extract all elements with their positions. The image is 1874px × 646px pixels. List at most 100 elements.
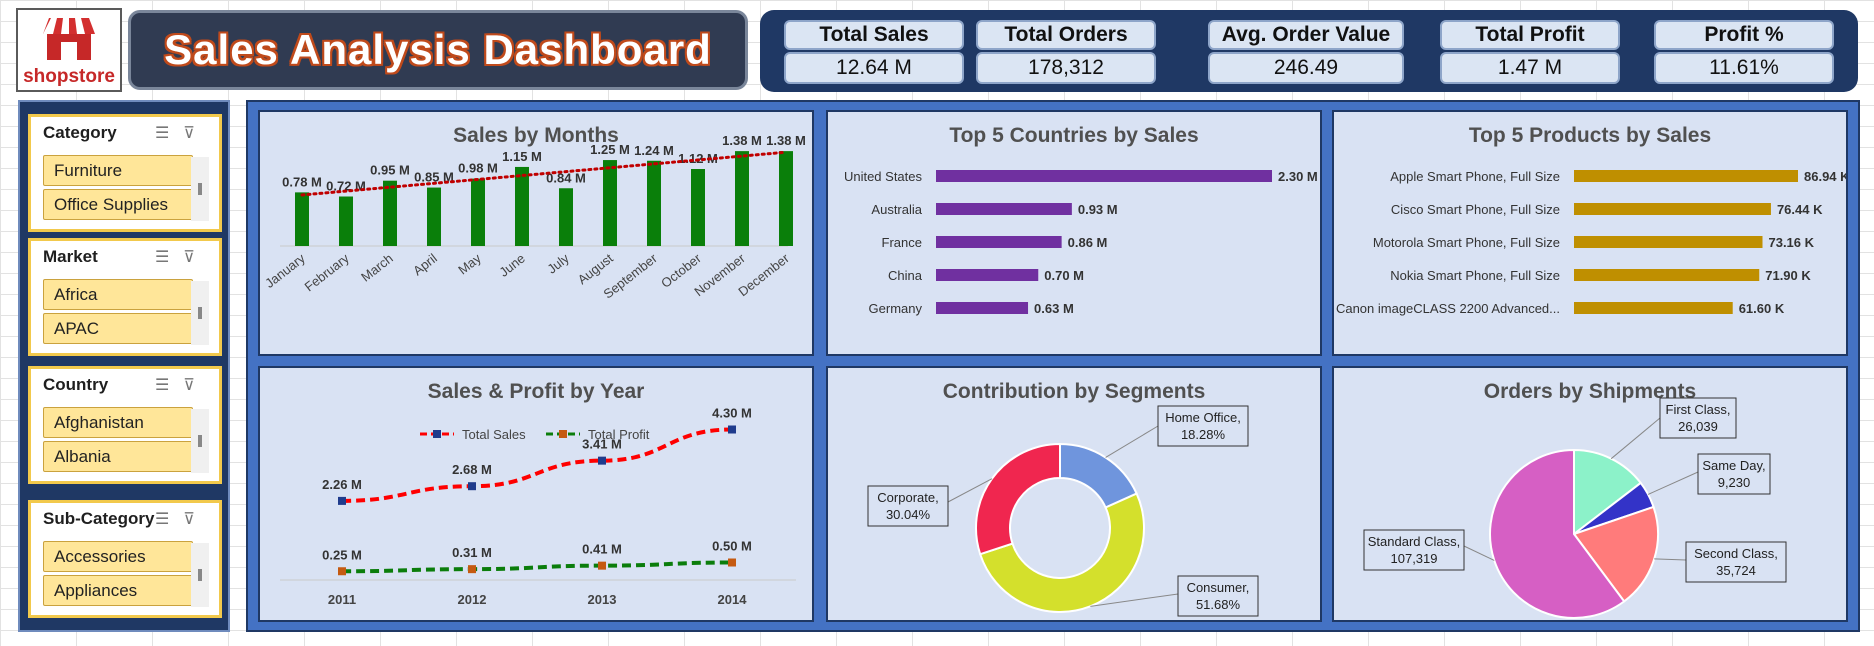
shipments-svg: First Class, 26,039 Same Day, 9,230 Second C… xyxy=(1363,397,1787,619)
tick-label: June xyxy=(496,251,527,280)
legend-label: Total Sales xyxy=(462,427,526,442)
slicer-item[interactable]: Accessories xyxy=(43,541,193,572)
data-point xyxy=(468,565,476,574)
data-point xyxy=(338,567,346,576)
slicer-scrollbar[interactable] xyxy=(191,281,209,345)
kpi-value: 178,312 xyxy=(976,52,1156,84)
multi-select-icon[interactable]: ☰ xyxy=(155,125,183,142)
kpi-profit-percent: Profit % 11.61% xyxy=(1654,20,1834,84)
data-label: 4.30 M xyxy=(712,406,752,421)
kpi-value: 1.47 M xyxy=(1440,52,1620,84)
slicer-item[interactable]: Afghanistan xyxy=(43,407,193,438)
clear-filter-icon[interactable]: ⊽ xyxy=(183,125,209,142)
leader-line xyxy=(1610,417,1661,460)
series-line xyxy=(341,427,733,503)
bar xyxy=(1574,269,1760,281)
chart-shipments: Orders by Shipments First Class, 26,039 Sa… xyxy=(1332,366,1848,622)
category-label: Cisco Smart Phone, Full Size xyxy=(1391,202,1560,217)
legend-marker xyxy=(559,430,567,438)
dashboard-title-box: Sales Analysis Dashboard xyxy=(128,10,748,90)
sales-profit-svg: Total Sales Total Profit2.26 M2.68 M3.41 … xyxy=(280,406,796,607)
data-label: 0.31 M xyxy=(452,545,492,560)
kpi-value: 12.64 M xyxy=(784,52,964,84)
kpi-total-orders: Total Orders 178,312 xyxy=(976,20,1156,84)
bar xyxy=(647,160,661,246)
slicer-scrollbar[interactable] xyxy=(191,409,209,473)
dashboard-title: Sales Analysis Dashboard xyxy=(164,26,712,73)
slice-name: Corporate, xyxy=(877,490,938,505)
slicer-scrollbar[interactable] xyxy=(191,157,209,221)
slice-value: 18.28% xyxy=(1181,427,1226,442)
legend-marker xyxy=(433,430,441,438)
bar xyxy=(779,151,793,246)
slice-name: Consumer, xyxy=(1187,580,1250,595)
bar xyxy=(339,196,353,246)
tick-label: March xyxy=(358,251,396,285)
data-label: 0.41 M xyxy=(582,542,622,557)
data-label: 71.90 K xyxy=(1765,268,1811,283)
data-label: 0.95 M xyxy=(370,163,410,178)
slice-name: Standard Class, xyxy=(1368,534,1461,549)
slice-name: Second Class, xyxy=(1694,546,1778,561)
slicer-item[interactable]: APAC xyxy=(43,313,193,344)
chart-sales-by-months: Sales by Months 0.78 M January 0.72 M Febru… xyxy=(258,110,814,356)
data-label: 61.60 K xyxy=(1739,301,1785,316)
data-label: 1.38 M xyxy=(722,133,762,148)
clear-filter-icon[interactable]: ⊽ xyxy=(183,511,209,528)
data-label: 1.15 M xyxy=(502,149,542,164)
slicer-sub-category: Sub-Category ☰⊽ Accessories Appliances xyxy=(28,500,222,618)
data-label: 1.25 M xyxy=(590,142,630,157)
category-label: China xyxy=(888,268,923,283)
slicer-tools: ☰⊽ xyxy=(155,123,209,143)
slicer-category: Category ☰⊽ Furniture Office Supplies xyxy=(28,114,222,232)
slicer-item[interactable]: Office Supplies xyxy=(43,189,193,220)
segments-svg: Home Office, 18.28% Consumer, 51.68% Corpora… xyxy=(867,405,1259,617)
data-label: 0.63 M xyxy=(1034,301,1074,316)
category-label: Canon imageCLASS 2200 Advanced... xyxy=(1336,301,1560,316)
slicer-item[interactable]: Africa xyxy=(43,279,193,310)
tick-label: July xyxy=(544,250,572,276)
slicer-title: Category xyxy=(43,123,117,142)
category-label: United States xyxy=(844,169,923,184)
slicer-item[interactable]: Albania xyxy=(43,441,193,472)
data-label: 86.94 K xyxy=(1804,169,1846,184)
kpi-avg-order-value: Avg. Order Value 246.49 xyxy=(1208,20,1404,84)
bar xyxy=(691,169,705,246)
category-label: Apple Smart Phone, Full Size xyxy=(1390,169,1560,184)
clear-filter-icon[interactable]: ⊽ xyxy=(183,377,209,394)
slicer-scrollbar[interactable] xyxy=(191,543,209,607)
tick-label: 2011 xyxy=(328,592,356,607)
slicer-item[interactable]: Appliances xyxy=(43,575,193,606)
store-icon xyxy=(43,18,95,60)
data-label: 0.93 M xyxy=(1078,202,1118,217)
data-point xyxy=(598,456,606,465)
bar xyxy=(936,203,1072,215)
kpi-label: Profit % xyxy=(1654,20,1834,50)
chart-top-products: Top 5 Products by Sales Apple Smart Phon… xyxy=(1332,110,1848,356)
tick-label: January xyxy=(262,250,308,291)
slicer-item[interactable]: Furniture xyxy=(43,155,193,186)
bar xyxy=(471,178,485,246)
data-label: 0.98 M xyxy=(458,161,498,176)
slice-value: 51.68% xyxy=(1196,597,1241,612)
data-label: 0.50 M xyxy=(712,539,752,554)
data-point xyxy=(468,482,476,491)
tick-label: 2012 xyxy=(458,592,487,607)
data-label: 0.70 M xyxy=(1044,268,1084,283)
category-label: Germany xyxy=(869,301,923,316)
kpi-total-sales: Total Sales 12.64 M xyxy=(784,20,964,84)
data-point xyxy=(728,425,736,434)
chart-top-countries: Top 5 Countries by Sales United States 2.… xyxy=(826,110,1322,356)
multi-select-icon[interactable]: ☰ xyxy=(155,377,183,394)
multi-select-icon[interactable]: ☰ xyxy=(155,249,183,266)
data-point xyxy=(598,561,606,570)
multi-select-icon[interactable]: ☰ xyxy=(155,511,183,528)
bar xyxy=(1574,302,1733,314)
leader-line xyxy=(1105,425,1159,458)
data-label: 76.44 K xyxy=(1777,202,1823,217)
clear-filter-icon[interactable]: ⊽ xyxy=(183,249,209,266)
slice-value: 9,230 xyxy=(1718,475,1751,490)
top-products-svg: Apple Smart Phone, Full Size 86.94 K Cisco… xyxy=(1336,169,1846,316)
slice-value: 30.04% xyxy=(886,507,931,522)
slice-name: Same Day, xyxy=(1702,458,1765,473)
